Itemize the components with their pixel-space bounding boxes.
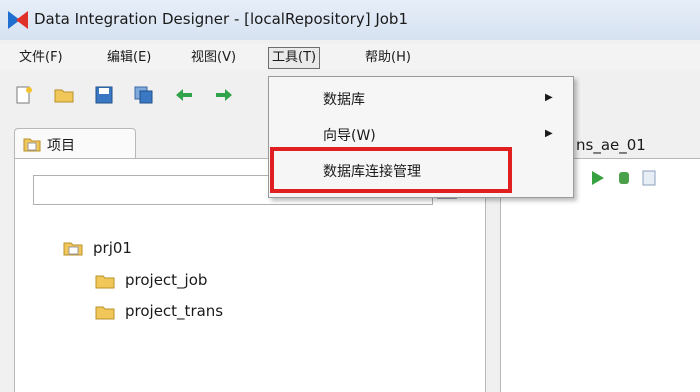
app-logo-icon bbox=[8, 11, 28, 29]
project-tab[interactable]: 项目 bbox=[14, 128, 136, 159]
folder-icon bbox=[95, 306, 115, 320]
tree-label-project-job: project_job bbox=[125, 271, 208, 289]
save-all-icon[interactable] bbox=[134, 86, 154, 104]
undo-arrow-icon[interactable] bbox=[174, 86, 194, 104]
submenu-arrow-icon: ▶ bbox=[545, 128, 553, 139]
submenu-arrow-icon: ▶ bbox=[545, 92, 553, 103]
folder-icon bbox=[95, 275, 115, 289]
menu-edit[interactable]: 编辑(E) bbox=[104, 48, 154, 68]
menu-bar: 文件(F) 编辑(E) 视图(V) 工具(T) 帮助(H) bbox=[0, 44, 700, 70]
open-folder-icon[interactable] bbox=[54, 86, 74, 104]
save-icon[interactable] bbox=[94, 86, 114, 104]
menu-item-database[interactable]: 数据库 bbox=[323, 89, 365, 109]
new-file-icon[interactable] bbox=[14, 86, 34, 104]
highlight-box bbox=[270, 147, 512, 193]
redo-arrow-icon[interactable] bbox=[214, 86, 234, 104]
window-title: Data Integration Designer - [localReposi… bbox=[34, 10, 408, 28]
project-tab-label: 项目 bbox=[47, 138, 75, 154]
run-icon[interactable] bbox=[589, 169, 607, 187]
debug-icon[interactable] bbox=[615, 169, 633, 187]
tree-label-project-trans: project_trans bbox=[125, 302, 224, 320]
project-icon bbox=[23, 138, 41, 152]
project-icon bbox=[63, 242, 83, 256]
menu-help[interactable]: 帮助(H) bbox=[362, 48, 414, 68]
title-bar: Data Integration Designer - [localReposi… bbox=[0, 0, 700, 40]
tree-label-root: prj01 bbox=[93, 239, 132, 257]
preview-icon[interactable] bbox=[641, 169, 659, 187]
menu-view[interactable]: 视图(V) bbox=[188, 48, 239, 68]
menu-item-wizard[interactable]: 向导(W) bbox=[323, 125, 376, 145]
menu-file[interactable]: 文件(F) bbox=[16, 48, 66, 68]
job-tab-label: ns_ae_01 bbox=[576, 136, 646, 154]
menu-tools[interactable]: 工具(T) bbox=[268, 47, 321, 69]
